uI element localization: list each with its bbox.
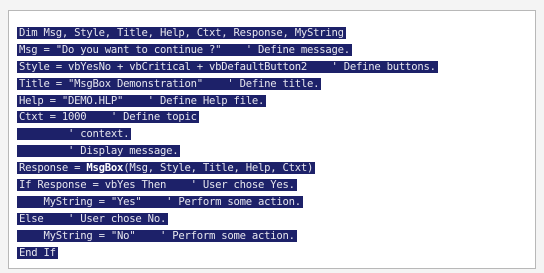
code-line: Title = "MsgBox Demonstration" ' Define … bbox=[17, 74, 438, 91]
code-line: Else ' User chose No. bbox=[17, 209, 438, 226]
code-line: End If bbox=[17, 243, 438, 260]
code-line-text[interactable]: Style = vbYesNo + vbCritical + vbDefault… bbox=[17, 60, 438, 73]
code-line-text[interactable]: Else ' User chose No. bbox=[17, 212, 169, 225]
code-line-text[interactable]: Help = "DEMO.HLP" ' Define Help file. bbox=[17, 94, 267, 107]
code-line-text[interactable]: If Response = vbYes Then ' User chose Ye… bbox=[17, 179, 297, 192]
code-line-text[interactable]: ' Display message. bbox=[17, 145, 181, 158]
code-line: ' Display message. bbox=[17, 141, 438, 158]
code-line: MyString = "No" ' Perform some action. bbox=[17, 226, 438, 243]
code-line: Dim Msg, Style, Title, Help, Ctxt, Respo… bbox=[17, 23, 438, 40]
code-line: MyString = "Yes" ' Perform some action. bbox=[17, 192, 438, 209]
code-line: If Response = vbYes Then ' User chose Ye… bbox=[17, 175, 438, 192]
code-line: Style = vbYesNo + vbCritical + vbDefault… bbox=[17, 57, 438, 74]
code-block: Dim Msg, Style, Title, Help, Ctxt, Respo… bbox=[17, 23, 438, 259]
code-snippet-frame: Dim Msg, Style, Title, Help, Ctxt, Respo… bbox=[8, 10, 536, 269]
code-line: Msg = "Do you want to continue ?" ' Defi… bbox=[17, 40, 438, 57]
code-line: Response = MsgBox(Msg, Style, Title, Hel… bbox=[17, 158, 438, 175]
code-line-text[interactable]: Title = "MsgBox Demonstration" ' Define … bbox=[17, 77, 322, 90]
code-fragment: Response = bbox=[19, 162, 87, 175]
code-line: Ctxt = 1000 ' Define topic bbox=[17, 107, 438, 124]
code-line: Help = "DEMO.HLP" ' Define Help file. bbox=[17, 91, 438, 108]
code-line-text[interactable]: MyString = "No" ' Perform some action. bbox=[17, 229, 297, 242]
code-line-text[interactable]: Dim Msg, Style, Title, Help, Ctxt, Respo… bbox=[17, 27, 346, 39]
code-line-text[interactable]: ' context. bbox=[17, 128, 132, 141]
code-line-text[interactable]: Msg = "Do you want to continue ?" ' Defi… bbox=[17, 43, 352, 56]
code-line: ' context. bbox=[17, 124, 438, 141]
code-fragment: (Msg, Style, Title, Help, Ctxt) bbox=[123, 162, 314, 175]
code-line-text[interactable]: Ctxt = 1000 ' Define topic bbox=[17, 111, 199, 124]
code-line-text[interactable]: MyString = "Yes" ' Perform some action. bbox=[17, 195, 303, 208]
code-line-text[interactable]: End If bbox=[17, 246, 58, 259]
code-line-text[interactable]: Response = MsgBox(Msg, Style, Title, Hel… bbox=[17, 162, 316, 175]
msgbox-keyword: MsgBox bbox=[86, 162, 124, 175]
